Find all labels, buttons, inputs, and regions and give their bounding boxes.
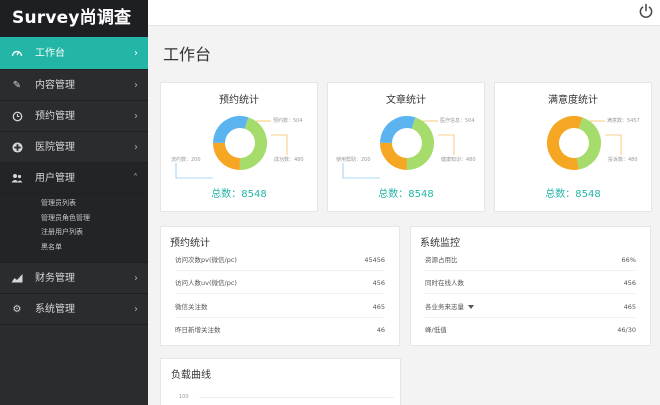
users-icon	[10, 163, 24, 194]
page-title: 工作台	[163, 45, 212, 64]
table-row: 访问人数uv(微信/pc) 456	[175, 272, 385, 294]
table-row: 各业务来志量 465	[425, 296, 636, 318]
row-label: 访问次数pv(微信/pc)	[175, 256, 237, 264]
row-label: 同时在线人数	[425, 279, 464, 287]
top-bar	[148, 0, 660, 26]
label-right: 成功数：480	[274, 157, 304, 163]
chevron-up-icon: ˄	[133, 173, 138, 184]
chevron-right-icon: ›	[134, 111, 138, 122]
label-top-right: 预约数：504	[273, 118, 303, 124]
table-row: 峰/低值 46/30	[425, 319, 636, 341]
row-value: 46	[376, 326, 385, 334]
table-row: 资源占用比 66%	[425, 249, 636, 271]
row-value: 46/30	[617, 326, 636, 334]
donut-card-articles: 文章统计 医疗信息：504 健康知识：480 使用帮助：200 总数：8548	[327, 82, 485, 212]
row-value: 45456	[364, 256, 385, 264]
row-value: 456	[623, 279, 636, 287]
row-label: 峰/低值	[425, 326, 447, 334]
row-value: 456	[372, 279, 385, 287]
submenu-item-registered-users[interactable]: 注册用户列表	[0, 225, 148, 240]
grid-line	[199, 397, 394, 398]
user-submenu: 管理员列表 管理员角色管理 注册用户列表 黑名单	[0, 194, 148, 263]
row-value: 465	[623, 303, 636, 311]
row-label: 各业务来志量	[425, 303, 464, 311]
row-label: 昨日新增关注数	[175, 326, 221, 334]
table-row: 访问次数pv(微信/pc) 45456	[175, 249, 385, 271]
submenu-item-admin-list[interactable]: 管理员列表	[0, 196, 148, 211]
donut-card-appointments: 预约统计 预约数：504 成功数：480 流约数：200 总数：8548	[160, 82, 318, 212]
clock-icon	[10, 101, 24, 132]
label-left: 使用帮助：200	[336, 157, 371, 163]
sidebar-item-label: 预约管理	[35, 111, 75, 122]
power-icon[interactable]	[638, 3, 654, 19]
dashboard-icon	[10, 37, 24, 70]
submenu-item-admin-roles[interactable]: 管理员角色管理	[0, 211, 148, 226]
row-label: 微信关注数	[175, 303, 208, 311]
sidebar-item-label: 医院管理	[35, 142, 75, 153]
y-tick-label: 100	[179, 394, 189, 400]
sidebar-item-appointment[interactable]: 预约管理 ›	[0, 101, 148, 132]
chevron-right-icon: ›	[134, 48, 138, 59]
total-count: 总数：8548	[211, 189, 267, 200]
table-row: 昨日新增关注数 46	[175, 319, 385, 341]
gear-icon: ⚙	[12, 304, 22, 315]
plus-circle-icon	[10, 132, 24, 163]
label-right: 投诉数：480	[608, 157, 638, 163]
sidebar: Survey尚调查 工作台 › ✎ 内容管理 › 预约管理 › 医院管理 › 用…	[0, 0, 148, 405]
chevron-right-icon: ›	[134, 273, 138, 284]
sidebar-item-system[interactable]: ⚙ 系统管理 ›	[0, 294, 148, 325]
stats-card-appointments: 预约统计 访问次数pv(微信/pc) 45456 访问人数uv(微信/pc) 456…	[160, 226, 400, 346]
load-curve-card: 负载曲线 100	[160, 358, 401, 405]
chevron-right-icon: ›	[134, 80, 138, 91]
sidebar-item-label: 用户管理	[35, 173, 75, 184]
table-row: 微信关注数 465	[175, 296, 385, 318]
brand-logo[interactable]: Survey尚调查	[0, 0, 148, 37]
table-row: 同时在线人数 456	[425, 272, 636, 294]
chevron-right-icon: ›	[134, 142, 138, 153]
label-right: 健康知识：480	[441, 157, 476, 163]
sidebar-item-label: 财务管理	[35, 273, 75, 284]
sidebar-item-label: 工作台	[35, 48, 65, 59]
sidebar-item-hospital[interactable]: 医院管理 ›	[0, 132, 148, 163]
donut-card-satisfaction: 满意度统计 满意数：5457 投诉数：480 总数：8548	[494, 82, 652, 212]
row-label: 资源占用比	[425, 256, 458, 264]
dropdown-caret-icon[interactable]	[468, 305, 474, 309]
sidebar-item-label: 内容管理	[35, 80, 75, 91]
sidebar-item-label: 系统管理	[35, 304, 75, 315]
chevron-right-icon: ›	[134, 304, 138, 315]
label-left: 流约数：200	[171, 157, 201, 163]
label-top-right: 医疗信息：504	[440, 118, 475, 124]
stats-card-monitoring: 系统监控 资源占用比 66% 同时在线人数 456 各业务来志量 465 峰/低值 46…	[410, 226, 651, 346]
card-title: 负载曲线	[171, 370, 211, 381]
row-value: 66%	[621, 256, 636, 264]
submenu-item-blacklist[interactable]: 黑名单	[0, 240, 148, 255]
card-title: 预约统计	[170, 238, 210, 249]
sidebar-item-content[interactable]: ✎ 内容管理 ›	[0, 70, 148, 101]
sidebar-item-workbench[interactable]: 工作台 ›	[0, 37, 148, 70]
sidebar-item-finance[interactable]: 财务管理 ›	[0, 263, 148, 294]
row-value: 465	[372, 303, 385, 311]
pencil-icon: ✎	[12, 80, 22, 91]
sidebar-item-users[interactable]: 用户管理 ˄	[0, 163, 148, 194]
card-title: 系统监控	[420, 238, 460, 249]
chart-icon	[10, 263, 24, 294]
label-top-right: 满意数：5457	[607, 118, 640, 124]
total-count: 总数：8548	[378, 189, 434, 200]
total-count: 总数：8548	[545, 189, 601, 200]
row-label: 访问人数uv(微信/pc)	[175, 279, 237, 287]
